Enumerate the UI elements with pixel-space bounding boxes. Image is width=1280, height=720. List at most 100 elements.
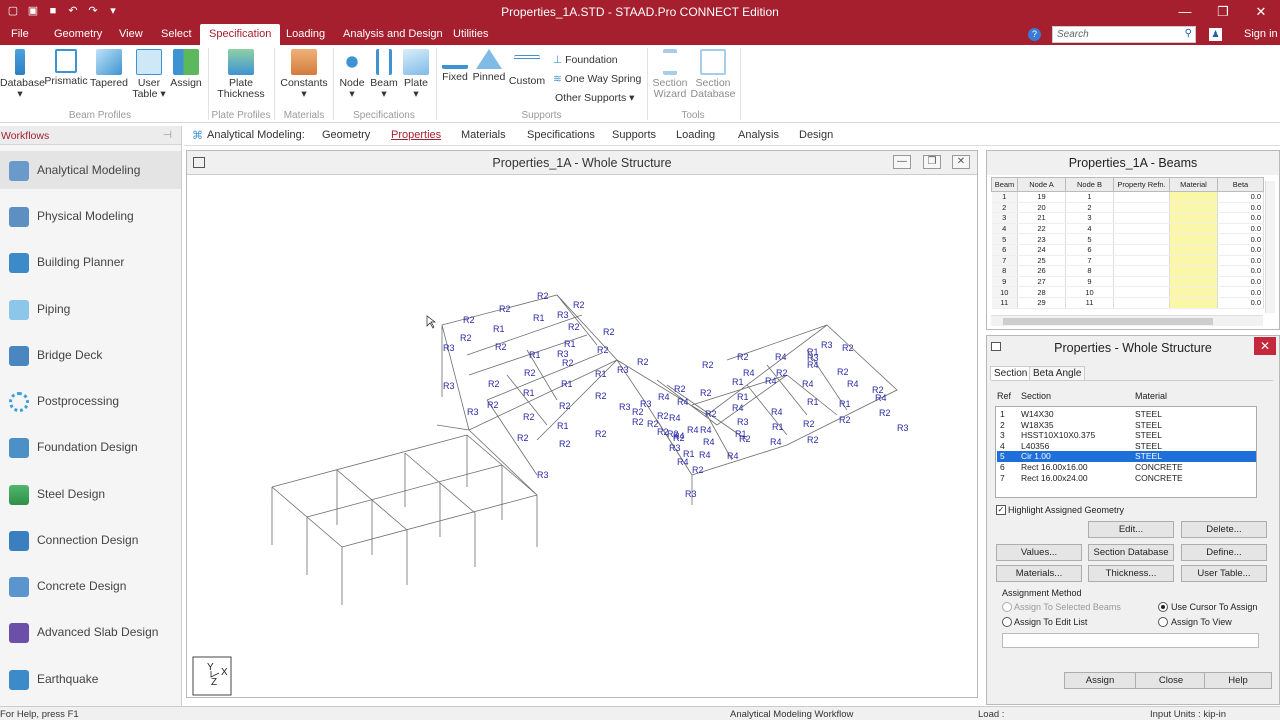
foundation-button[interactable]: ⊥ Foundation [553, 54, 618, 66]
workflow-connection-design[interactable]: Connection Design [0, 521, 181, 559]
workflow-piping[interactable]: Piping [0, 290, 181, 328]
dialog-close-button[interactable]: Close [1135, 672, 1207, 689]
dialog-close-icon[interactable]: ✕ [1254, 337, 1276, 355]
tapered-button[interactable]: Tapered [89, 49, 129, 89]
col-beta[interactable]: Beta [1217, 177, 1264, 192]
beams-scroll-thumb[interactable] [1003, 318, 1213, 325]
node-spec-button[interactable]: Node ▾ [336, 49, 368, 100]
table-row[interactable]: 5 23 5 0.0 [991, 233, 1264, 245]
table-cell[interactable]: 29 [1017, 297, 1066, 309]
menu-utilities[interactable]: Utilities [453, 28, 488, 40]
table-cell[interactable]: 0.0 [1217, 233, 1264, 245]
plate-spec-button[interactable]: Plate ▾ [400, 49, 432, 100]
table-row[interactable]: 11 29 11 0.0 [991, 297, 1264, 309]
other-supports-button[interactable]: Other Supports ▾ [555, 92, 634, 104]
radio-selected-beams[interactable] [1002, 602, 1012, 612]
section-database-button[interactable]: Section Database [690, 49, 736, 100]
table-cell[interactable] [1113, 223, 1170, 235]
beams-horizontal-scrollbar[interactable] [991, 315, 1263, 326]
table-cell[interactable]: 0.0 [1217, 286, 1264, 298]
table-cell[interactable]: 22 [1017, 223, 1066, 235]
table-cell[interactable]: 21 [1017, 212, 1066, 224]
custom-support-button[interactable]: Custom [508, 49, 546, 87]
view-maximize-button[interactable]: ❐ [923, 155, 941, 169]
radio-assign-view[interactable] [1158, 617, 1168, 627]
table-cell[interactable]: 23 [1017, 233, 1066, 245]
table-cell[interactable]: 0.0 [1217, 276, 1264, 288]
constants-button[interactable]: Constants ▾ [278, 49, 330, 100]
view-close-button[interactable]: ✕ [952, 155, 970, 169]
table-cell[interactable]: 11 [1065, 297, 1114, 309]
subnav-loading[interactable]: Loading [676, 129, 715, 141]
user-table-button[interactable]: User Table ▾ [131, 49, 167, 100]
table-cell[interactable] [1169, 191, 1218, 203]
workflow-postprocessing[interactable]: Postprocessing [0, 382, 181, 420]
section-list[interactable]: 1 W14X30 STEEL 2 W18X35 STEEL 3 HSST10X10X0.375… [995, 406, 1257, 498]
assign-ribbon-button[interactable]: Assign [168, 49, 204, 89]
menu-specification[interactable]: Specification [200, 24, 281, 45]
table-cell[interactable]: 10 [1065, 286, 1114, 298]
highlight-checkbox[interactable]: ✓ [996, 505, 1006, 515]
table-row[interactable]: 6 24 6 0.0 [991, 244, 1264, 256]
thickness-button[interactable]: Thickness... [1088, 565, 1174, 582]
subnav-specifications[interactable]: Specifications [527, 129, 595, 141]
table-cell[interactable]: 6 [1065, 244, 1114, 256]
section-row[interactable]: 2 W18X35 STEEL [997, 420, 1256, 431]
table-cell[interactable]: 7 [1065, 255, 1114, 267]
table-cell[interactable] [1169, 202, 1218, 214]
section-row[interactable]: 3 HSST10X10X0.375 STEEL [997, 430, 1256, 441]
table-cell[interactable]: 7 [991, 255, 1018, 267]
table-cell[interactable]: 2 [991, 202, 1018, 214]
table-cell[interactable]: 4 [991, 223, 1018, 235]
assign-button[interactable]: Assign [1064, 672, 1136, 689]
table-cell[interactable] [1113, 191, 1170, 203]
table-cell[interactable]: 26 [1017, 265, 1066, 277]
table-row[interactable]: 4 22 4 0.0 [991, 223, 1264, 235]
menu-file[interactable]: File [11, 28, 29, 40]
account-icon[interactable]: ♟ [1209, 28, 1222, 41]
subnav-analysis[interactable]: Analysis [738, 129, 779, 141]
beam-spec-button[interactable]: Beam ▾ [369, 49, 399, 100]
edit-list-input[interactable] [1002, 633, 1259, 648]
table-cell[interactable]: 27 [1017, 276, 1066, 288]
table-row[interactable]: 3 21 3 0.0 [991, 212, 1264, 224]
table-cell[interactable] [1169, 212, 1218, 224]
table-cell[interactable] [1113, 244, 1170, 256]
materials-button[interactable]: Materials... [996, 565, 1082, 582]
beams-vertical-scrollbar[interactable] [1265, 181, 1275, 313]
subnav-design[interactable]: Design [799, 129, 833, 141]
table-cell[interactable]: 0.0 [1217, 265, 1264, 277]
section-wizard-button[interactable]: Section Wizard [650, 49, 690, 100]
table-cell[interactable]: 8 [991, 265, 1018, 277]
table-cell[interactable]: 6 [991, 244, 1018, 256]
table-cell[interactable] [1113, 212, 1170, 224]
table-cell[interactable]: 28 [1017, 286, 1066, 298]
table-cell[interactable]: 5 [1065, 233, 1114, 245]
col-node-b[interactable]: Node B [1065, 177, 1114, 192]
workflow-foundation-design[interactable]: Foundation Design [0, 428, 181, 466]
table-cell[interactable]: 1 [991, 191, 1018, 203]
table-cell[interactable]: 5 [991, 233, 1018, 245]
workflow-steel-design[interactable]: Steel Design [0, 475, 181, 513]
table-cell[interactable] [1113, 286, 1170, 298]
search-input[interactable]: Search ⚲ [1052, 26, 1196, 43]
menu-geometry[interactable]: Geometry [54, 28, 102, 40]
table-cell[interactable]: 0.0 [1217, 212, 1264, 224]
radio-edit-list[interactable] [1002, 617, 1012, 627]
table-cell[interactable] [1113, 265, 1170, 277]
workflow-building-planner[interactable]: Building Planner [0, 243, 181, 281]
menu-view[interactable]: View [119, 28, 143, 40]
section-row[interactable]: 5 Cir 1.00 STEEL [997, 451, 1256, 462]
values-button[interactable]: Values... [996, 544, 1082, 561]
table-cell[interactable]: 25 [1017, 255, 1066, 267]
define-button[interactable]: Define... [1181, 544, 1267, 561]
section-row[interactable]: 1 W14X30 STEEL [997, 409, 1256, 420]
table-cell[interactable]: 20 [1017, 202, 1066, 214]
workflow-earthquake[interactable]: Earthquake [0, 660, 181, 698]
table-cell[interactable] [1169, 276, 1218, 288]
table-cell[interactable] [1169, 297, 1218, 309]
table-cell[interactable] [1113, 276, 1170, 288]
fixed-support-button[interactable]: Fixed [439, 49, 471, 83]
section-database-dialog-button[interactable]: Section Database [1088, 544, 1174, 561]
table-cell[interactable] [1169, 244, 1218, 256]
